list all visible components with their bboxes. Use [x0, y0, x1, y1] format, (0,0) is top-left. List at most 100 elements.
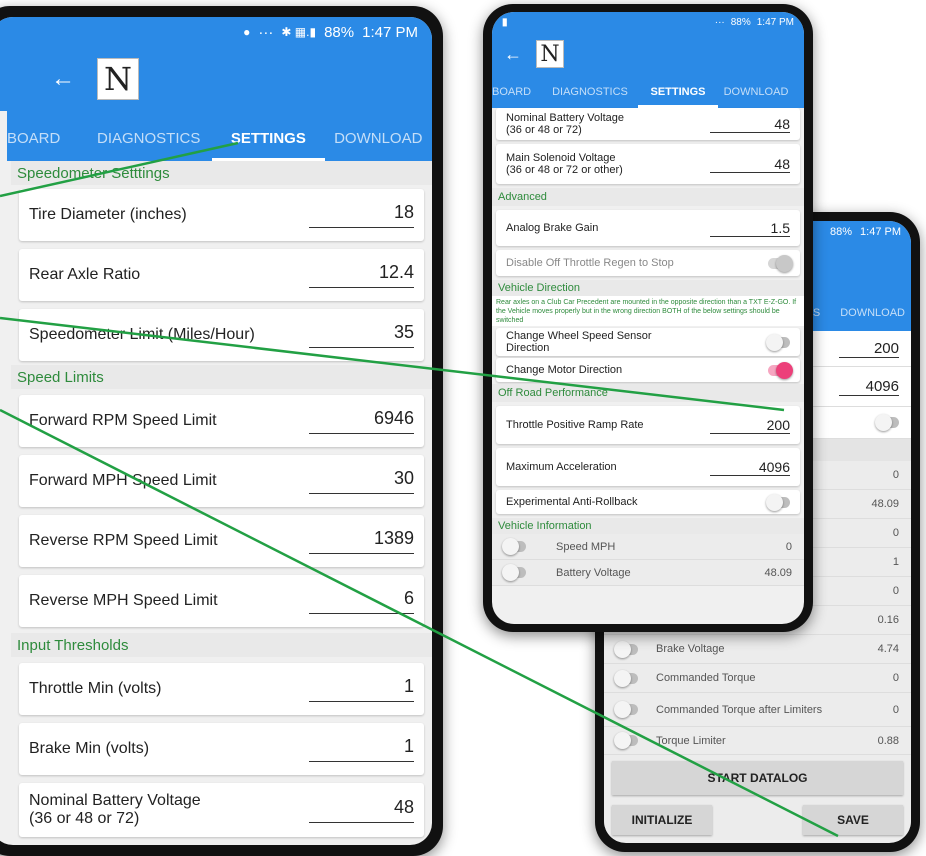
torque-limiter-toggle[interactable] [614, 732, 638, 749]
motor-direction-label: Change Motor Direction [506, 364, 623, 376]
forward-mph-row: Forward MPH Speed Limit 30 [19, 455, 424, 507]
tab-board[interactable]: BOARD [7, 130, 85, 161]
nominal-battery-field[interactable]: 48 [710, 116, 790, 133]
back-arrow-icon[interactable]: ← [51, 65, 75, 93]
section-vehicle-direction: Vehicle Direction [492, 280, 804, 296]
brake-voltage-value: 4.74 [877, 643, 899, 655]
left-screen: ● ··· ✱ ▦.▮ 88% 1:47 PM ← N BOARD DIAGNO… [0, 17, 432, 845]
settings-list: Speedometer Setttings Tire Diameter (inc… [11, 161, 432, 837]
wheel-sensor-label: Change Wheel Speed Sensor Direction [506, 330, 652, 354]
speedometer-limit-row: Speedometer Limit (Miles/Hour) 35 [19, 309, 424, 361]
brake-min-label: Brake Min (volts) [29, 740, 150, 757]
torque-limiter-label: Torque Limiter [656, 734, 726, 747]
rear-axle-field[interactable]: 12.4 [309, 262, 414, 288]
wheel-sensor-toggle[interactable] [766, 333, 790, 351]
forward-rpm-field[interactable]: 6946 [309, 408, 414, 434]
speed-mph-toggle[interactable] [502, 538, 526, 555]
reverse-mph-label: Reverse MPH Speed Limit [29, 592, 218, 609]
main-solenoid-field[interactable]: 48 [710, 156, 790, 173]
throttle-min-label: Throttle Min (volts) [29, 680, 162, 697]
tire-diameter-row: Tire Diameter (inches) 18 [19, 189, 424, 241]
app-bar: ← N [492, 32, 804, 76]
cmd-after-toggle[interactable] [614, 701, 638, 718]
brake-voltage-row: Brake Voltage 4.74 [604, 635, 911, 664]
anti-rollback-toggle[interactable] [766, 493, 790, 511]
rollback-toggle[interactable] [875, 414, 899, 431]
cmd-after-row: Commanded Torque after Limiters 0 [604, 693, 911, 727]
reverse-rpm-label: Reverse RPM Speed Limit [29, 532, 218, 549]
app-logo: N [536, 40, 564, 68]
nominal-battery-title: Nominal Battery Voltage [506, 112, 625, 124]
composite-stage: 88% 1:47 PM S DOWNLOAD 200 4096 0 48.09 … [0, 0, 926, 856]
speedometer-limit-field[interactable]: 35 [309, 322, 414, 348]
battery-voltage-toggle[interactable] [502, 564, 526, 581]
torque-limiter-value: 0.88 [877, 734, 899, 747]
forward-rpm-row: Forward RPM Speed Limit 6946 [19, 395, 424, 447]
cmd-torque-label: Commanded Torque [656, 672, 756, 684]
info-value: 1 [892, 556, 899, 568]
tab-diagnostics[interactable]: DIAGNOSTICS [542, 86, 638, 108]
nominal-battery-label: Nominal Battery Voltage (36 or 48 or 72) [506, 112, 624, 136]
tab-settings-partial[interactable]: S [813, 307, 820, 331]
speedometer-limit-label: Speedometer Limit (Miles/Hour) [29, 326, 255, 343]
tab-board[interactable]: BOARD [492, 86, 542, 108]
app-bar: ← N [0, 47, 432, 111]
back-arrow-icon[interactable]: ← [504, 44, 522, 65]
start-datalog-button[interactable]: START DATALOG [612, 761, 903, 795]
save-button[interactable]: SAVE [803, 805, 903, 835]
tab-settings[interactable]: SETTINGS [638, 86, 718, 108]
middle-phone: ▮ ··· 88% 1:47 PM ← N BOARD DIAGNOSTICS … [483, 4, 813, 632]
nominal-battery-title: Nominal Battery Voltage [29, 792, 201, 809]
brake-gain-row: Analog Brake Gain 1.5 [496, 210, 800, 246]
status-dots: ··· [714, 16, 725, 28]
section-speed-limits: Speed Limits [11, 365, 432, 389]
logo-letter: N [104, 60, 132, 98]
status-bar: ▮ ··· 88% 1:47 PM [492, 12, 804, 32]
status-dots: ··· [258, 23, 274, 41]
ramp-rate-field[interactable]: 200 [710, 417, 790, 434]
motor-direction-toggle[interactable] [768, 361, 793, 379]
main-solenoid-label: Main Solenoid Voltage (36 or 48 or 72 or… [506, 152, 623, 176]
speed-mph-label: Speed MPH [556, 540, 616, 553]
tab-download[interactable]: DOWNLOAD [325, 130, 432, 161]
regen-row: Disable Off Throttle Regen to Stop [496, 250, 800, 276]
tab-download[interactable]: DOWNLOAD [840, 307, 905, 331]
reverse-rpm-field[interactable]: 1389 [309, 528, 414, 554]
torque-limiter-row: Torque Limiter 0.88 [604, 727, 911, 755]
settings-list: Nominal Battery Voltage (36 or 48 or 72)… [492, 108, 804, 586]
reverse-mph-field[interactable]: 6 [309, 588, 414, 614]
forward-mph-field[interactable]: 30 [309, 468, 414, 494]
nominal-battery-field[interactable]: 48 [309, 797, 414, 823]
motor-direction-row: Change Motor Direction [496, 358, 800, 382]
max-accel-field[interactable]: 4096 [710, 459, 790, 476]
info-value: 0.16 [877, 614, 899, 626]
cmd-torque-value: 0 [892, 672, 899, 684]
tab-download[interactable]: DOWNLOAD [718, 86, 794, 108]
reverse-mph-row: Reverse MPH Speed Limit 6 [19, 575, 424, 627]
initialize-button[interactable]: INITIALIZE [612, 805, 712, 835]
cmd-torque-toggle[interactable] [614, 669, 638, 687]
brake-min-field[interactable]: 1 [309, 736, 414, 762]
section-off-road: Off Road Performance [492, 384, 804, 402]
nominal-battery-label: Nominal Battery Voltage (36 or 48 or 72) [29, 792, 201, 828]
status-app-icon: ● [243, 25, 251, 39]
cmd-torque-row: Commanded Torque 0 [604, 664, 911, 693]
brake-gain-field[interactable]: 1.5 [710, 220, 790, 237]
main-solenoid-hint: (36 or 48 or 72 or other) [506, 164, 623, 176]
nominal-battery-hint: (36 or 48 or 72) [29, 810, 140, 827]
status-right: ··· 88% 1:47 PM [715, 17, 794, 28]
nominal-battery-hint: (36 or 48 or 72) [506, 124, 582, 136]
tab-settings[interactable]: SETTINGS [212, 130, 325, 161]
section-advanced: Advanced [492, 188, 804, 206]
throttle-min-field[interactable]: 1 [309, 676, 414, 702]
info-value: 0 [892, 585, 899, 597]
tab-diagnostics[interactable]: DIAGNOSTICS [85, 130, 212, 161]
max-accel-row: Maximum Acceleration 4096 [496, 448, 800, 486]
accel-field[interactable]: 4096 [839, 378, 899, 396]
tire-diameter-field[interactable]: 18 [309, 202, 414, 228]
ramp-field[interactable]: 200 [839, 340, 899, 358]
brake-voltage-toggle[interactable] [614, 640, 638, 658]
tab-bar: BOARD DIAGNOSTICS SETTINGS DOWNLOAD [492, 76, 804, 108]
throttle-min-row: Throttle Min (volts) 1 [19, 663, 424, 715]
regen-toggle[interactable] [768, 254, 793, 272]
